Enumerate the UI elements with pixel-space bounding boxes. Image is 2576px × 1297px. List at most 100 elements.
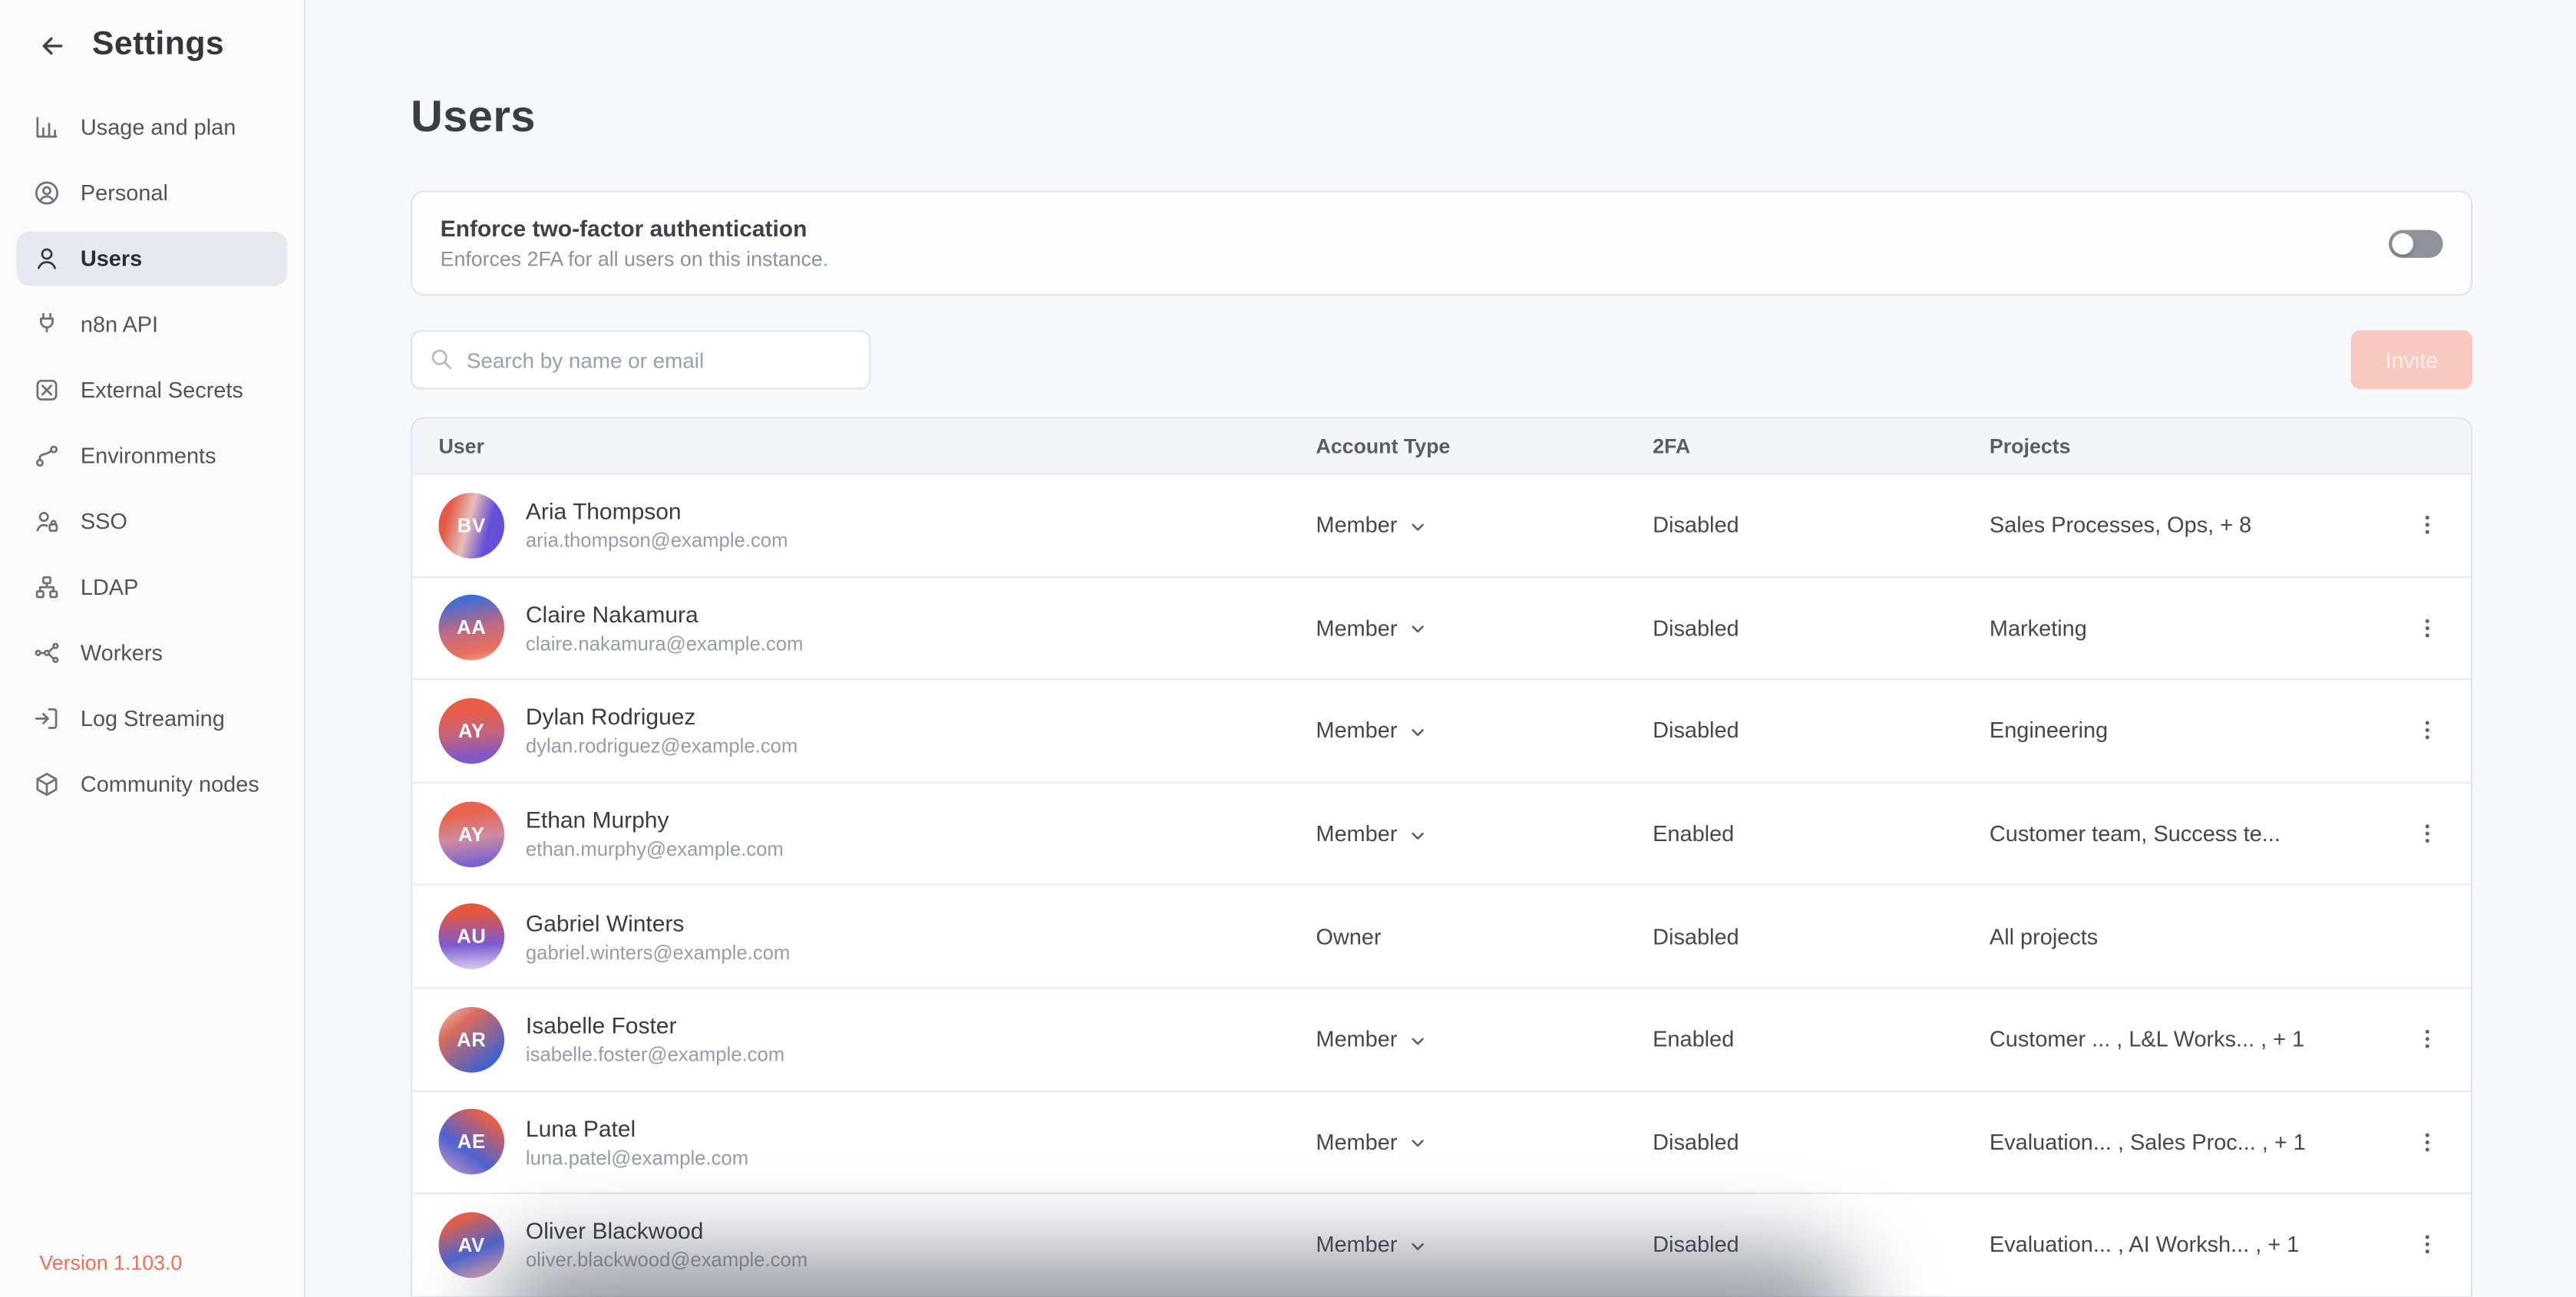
search-box (411, 330, 870, 389)
kebab-menu-icon[interactable] (2409, 816, 2445, 852)
account-type-value: Owner (1316, 924, 1381, 949)
kebab-menu-icon[interactable] (2409, 507, 2445, 543)
settings-sidebar: Settings Usage and plan Personal Users n… (0, 0, 305, 1297)
projects-list: Sales Processes, Ops, + 8 (1990, 513, 2403, 537)
account-type-select[interactable]: Member (1316, 718, 1653, 743)
projects-list: Engineering (1990, 718, 2403, 743)
user-email: dylan.rodriguez@example.com (526, 735, 798, 758)
user-info: Oliver Blackwood oliver.blackwood@exampl… (526, 1218, 807, 1272)
two-factor-title: Enforce two-factor authentication (441, 215, 829, 241)
user-email: ethan.murphy@example.com (526, 838, 784, 861)
user-info: Ethan Murphy ethan.murphy@example.com (526, 807, 784, 861)
chevron-down-icon (1407, 723, 1427, 743)
invite-button[interactable]: Invite (2351, 330, 2472, 389)
twofa-status: Disabled (1653, 1130, 1990, 1154)
main-content: Users Enforce two-factor authentication … (307, 0, 2576, 1297)
account-type-select[interactable]: Member (1316, 1130, 1653, 1154)
avatar-initials: AR (457, 1028, 486, 1051)
sidebar-item-community-nodes[interactable]: Community nodes (16, 757, 287, 812)
account-type-value: Member (1316, 718, 1397, 743)
sidebar-item-log-streaming[interactable]: Log Streaming (16, 691, 287, 746)
sidebar-item-label: Workers (81, 641, 163, 665)
sidebar-item-usage-and-plan[interactable]: Usage and plan (16, 101, 287, 155)
two-factor-toggle[interactable] (2389, 229, 2443, 257)
sidebar-item-environments[interactable]: Environments (16, 429, 287, 483)
user-email: isabelle.foster@example.com (526, 1044, 784, 1067)
back-button[interactable] (36, 28, 69, 61)
avatar: AY (438, 801, 504, 867)
user-info: Isabelle Foster isabelle.foster@example.… (526, 1012, 784, 1067)
sidebar-item-label: Users (81, 246, 142, 271)
twofa-status: Enabled (1653, 821, 1990, 846)
kebab-menu-icon[interactable] (2409, 1124, 2445, 1160)
sidebar-item-personal[interactable]: Personal (16, 166, 287, 220)
user-name: Dylan Rodriguez (526, 704, 798, 730)
twofa-status: Disabled (1653, 1233, 1990, 1257)
projects-list: Customer team, Success te... (1990, 821, 2403, 846)
sidebar-item-users[interactable]: Users (16, 232, 287, 286)
sso-user-icon (33, 507, 61, 535)
account-type-value: Member (1316, 1130, 1397, 1154)
avatar: BV (438, 493, 504, 559)
projects-list: All projects (1990, 924, 2403, 949)
user-name: Ethan Murphy (526, 807, 784, 833)
sidebar-item-ldap[interactable]: LDAP (16, 560, 287, 615)
chevron-down-icon (1407, 1031, 1427, 1051)
sidebar-item-label: n8n API (81, 312, 158, 337)
users-toolbar: Invite (411, 330, 2472, 389)
user-cell: BV Aria Thompson aria.thompson@example.c… (438, 493, 1316, 559)
kebab-menu-icon[interactable] (2409, 1227, 2445, 1263)
account-type-select[interactable]: Member (1316, 821, 1653, 846)
table-row: AY Ethan Murphy ethan.murphy@example.com… (412, 783, 2471, 886)
user-cell: AA Claire Nakamura claire.nakamura@examp… (438, 596, 1316, 662)
sidebar-item-label: SSO (81, 509, 127, 533)
account-type-select: Owner (1316, 924, 1653, 949)
sidebar-item-label: Usage and plan (81, 115, 236, 140)
table-row: AR Isabelle Foster isabelle.foster@examp… (412, 988, 2471, 1091)
user-name: Claire Nakamura (526, 601, 804, 627)
log-stream-icon (33, 705, 61, 732)
user-icon (33, 245, 61, 272)
table-row: BV Aria Thompson aria.thompson@example.c… (412, 475, 2471, 578)
projects-list: Marketing (1990, 615, 2403, 640)
account-type-select[interactable]: Member (1316, 513, 1653, 537)
version-label[interactable]: Version 1.103.0 (39, 1252, 182, 1275)
user-name: Luna Patel (526, 1115, 748, 1141)
sidebar-item-sso[interactable]: SSO (16, 494, 287, 549)
hierarchy-icon (33, 573, 61, 601)
column-header-account-type: Account Type (1316, 434, 1653, 457)
n8n-settings-users-page: Settings Usage and plan Personal Users n… (0, 0, 2576, 1297)
account-type-select[interactable]: Member (1316, 615, 1653, 640)
search-input[interactable] (411, 330, 870, 389)
package-icon (33, 771, 61, 798)
chevron-down-icon (1407, 826, 1427, 846)
user-info: Gabriel Winters gabriel.winters@example.… (526, 909, 790, 964)
kebab-menu-icon[interactable] (2409, 610, 2445, 646)
avatar: AV (438, 1212, 504, 1278)
account-type-value: Member (1316, 1233, 1397, 1257)
sidebar-item-workers[interactable]: Workers (16, 625, 287, 680)
user-email: luna.patel@example.com (526, 1147, 748, 1170)
chevron-down-icon (1407, 1237, 1427, 1257)
avatar: AR (438, 1007, 504, 1073)
account-type-value: Member (1316, 1027, 1397, 1051)
user-info: Dylan Rodriguez dylan.rodriguez@example.… (526, 704, 798, 758)
sidebar-item-n8n-api[interactable]: n8n API (16, 297, 287, 351)
network-icon (33, 639, 61, 667)
plug-icon (33, 311, 61, 338)
column-header-projects: Projects (1990, 434, 2403, 457)
search-icon (429, 347, 454, 371)
two-factor-card: Enforce two-factor authentication Enforc… (411, 190, 2472, 295)
table-row: AE Luna Patel luna.patel@example.com Mem… (412, 1091, 2471, 1194)
avatar: AA (438, 596, 504, 662)
column-header-2fa: 2FA (1653, 434, 1990, 457)
account-type-select[interactable]: Member (1316, 1027, 1653, 1051)
kebab-menu-icon[interactable] (2409, 713, 2445, 749)
user-cell: AV Oliver Blackwood oliver.blackwood@exa… (438, 1212, 1316, 1278)
account-type-select[interactable]: Member (1316, 1233, 1653, 1257)
user-name: Gabriel Winters (526, 909, 790, 936)
sidebar-item-external-secrets[interactable]: External Secrets (16, 363, 287, 417)
avatar: AE (438, 1109, 504, 1175)
avatar: AU (438, 904, 504, 970)
kebab-menu-icon[interactable] (2409, 1021, 2445, 1058)
